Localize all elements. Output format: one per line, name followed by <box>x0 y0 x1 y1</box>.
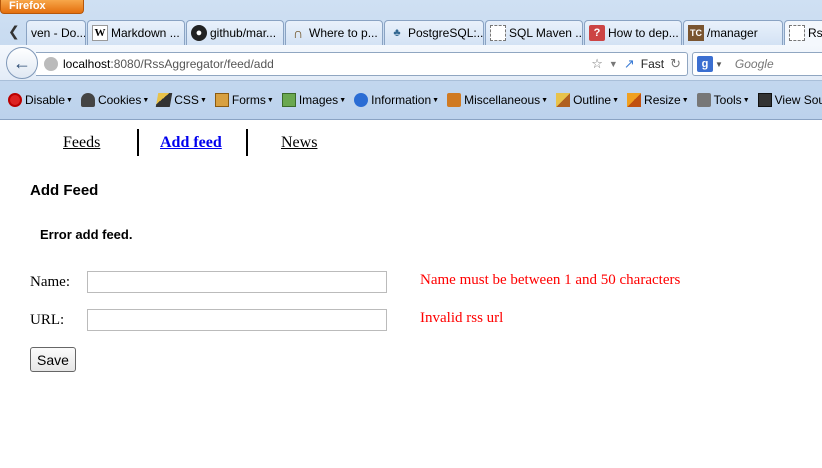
information-icon <box>354 93 369 107</box>
reload-icon[interactable]: ↻ <box>670 56 681 72</box>
devbar-label: View Source <box>774 93 822 107</box>
tab-strip: ❮ ven - Do... W Markdown ... ● github/ma… <box>0 18 822 45</box>
devbar-label: Forms <box>231 93 266 107</box>
devbar-label: Cookies <box>97 93 142 107</box>
tab-label: Markdown ... <box>111 26 180 40</box>
firefox-menu-button[interactable]: Firefox <box>0 0 84 14</box>
devbar-resize[interactable]: Resize ▼ <box>627 93 689 107</box>
cookies-icon <box>80 93 95 107</box>
devbar-label: Disable <box>25 93 66 107</box>
tab-where-to[interactable]: ∩ Where to p... <box>285 20 383 45</box>
tab-rss-active[interactable]: Rs <box>784 20 822 45</box>
tab-markdown[interactable]: W Markdown ... <box>87 20 185 45</box>
dropdown-arrow-icon[interactable]: ▼ <box>609 59 618 69</box>
name-input[interactable] <box>87 271 387 293</box>
devbar-outline[interactable]: Outline ▼ <box>556 93 619 107</box>
blank-page-icon <box>490 25 506 41</box>
url-bar[interactable]: localhost:8080/RssAggregator/feed/add ☆ … <box>36 52 688 76</box>
tab-label: /manager <box>707 26 758 40</box>
tab-label: SQL Maven ... <box>509 26 583 40</box>
tab-label: Rs <box>808 26 822 40</box>
devbar-label: Images <box>298 93 339 107</box>
postgresql-icon: ♣ <box>393 27 401 39</box>
devbar-images[interactable]: Images ▼ <box>281 93 346 107</box>
page-content: Feeds Add feed News Add Feed Error add f… <box>0 121 822 468</box>
tab-postgresql[interactable]: ♣ PostgreSQL:... <box>384 20 484 45</box>
wikipedia-icon: W <box>92 25 108 41</box>
images-icon <box>281 93 296 107</box>
form-error-message: Error add feed. <box>40 227 133 242</box>
search-placeholder: Google <box>734 57 774 71</box>
view-source-icon <box>757 93 772 107</box>
devbar-label: Outline <box>573 93 612 107</box>
search-engine-dropdown-icon[interactable]: ▼ <box>715 60 723 69</box>
save-button[interactable]: Save <box>30 347 76 372</box>
fast-label[interactable]: Fast <box>641 57 664 71</box>
page-title: Add Feed <box>30 182 99 199</box>
web-developer-toolbar: Disable ▼ Cookies ▼ CSS ▼ Forms ▼ Images ▼ In… <box>0 88 822 112</box>
url-bar-actions: ☆ ▼ ↗ Fast ↻ <box>591 56 681 72</box>
devbar-disable[interactable]: Disable ▼ <box>8 93 73 107</box>
disable-icon <box>8 93 22 107</box>
url-host: localhost <box>63 57 111 71</box>
tab-label: PostgreSQL:... <box>408 26 484 40</box>
back-button[interactable]: ← <box>6 47 38 79</box>
url-path: :8080/RssAggregator/feed/add <box>110 57 274 71</box>
menu-link-feeds[interactable]: Feeds <box>63 134 100 152</box>
devbar-label: Resize <box>644 93 681 107</box>
devbar-forms[interactable]: Forms ▼ <box>214 93 274 107</box>
tab-label: github/mar... <box>210 26 277 40</box>
devbar-css[interactable]: CSS ▼ <box>156 93 207 107</box>
tab-label: Where to p... <box>309 26 378 40</box>
css-icon <box>156 93 173 107</box>
blank-page-icon <box>789 25 805 41</box>
miscellaneous-icon <box>447 93 462 107</box>
browser-chrome: Firefox ❮ ven - Do... W Markdown ... ● g… <box>0 0 822 120</box>
devbar-label: Tools <box>713 93 742 107</box>
navigation-toolbar: localhost:8080/RssAggregator/feed/add ☆ … <box>0 45 822 81</box>
devbar-label: Information <box>371 93 432 107</box>
menu-separator <box>137 129 139 156</box>
tab-label: ven - Do... <box>31 26 86 40</box>
tab-github[interactable]: ● github/mar... <box>186 20 284 45</box>
name-error: Name must be between 1 and 50 characters <box>420 272 681 288</box>
name-label: Name: <box>30 274 70 290</box>
url-label: URL: <box>30 312 65 328</box>
google-icon[interactable]: g <box>697 56 713 72</box>
back-arrow-icon: ← <box>13 52 31 73</box>
github-icon: ● <box>191 25 207 41</box>
resize-icon <box>627 93 642 107</box>
tab-label: How to dep... <box>608 26 679 40</box>
url-input[interactable] <box>87 309 387 331</box>
outline-icon <box>556 93 571 107</box>
globe-icon <box>44 57 58 71</box>
menu-link-add-feed[interactable]: Add feed <box>160 134 222 152</box>
tab-scroll-left-icon[interactable]: ❮ <box>8 23 20 40</box>
help-icon: ? <box>589 25 605 41</box>
devbar-cookies[interactable]: Cookies ▼ <box>80 93 149 107</box>
url-error: Invalid rss url <box>420 310 504 326</box>
menu-separator <box>246 129 248 156</box>
search-bar[interactable]: g ▼ Google <box>692 52 822 76</box>
tools-icon <box>696 93 711 107</box>
bookmark-star-icon[interactable]: ☆ <box>591 56 603 72</box>
tab-manager[interactable]: TC /manager <box>683 20 783 45</box>
horseshoe-icon: ∩ <box>292 25 304 41</box>
devbar-view-source[interactable]: View Source <box>757 93 822 107</box>
devbar-label: CSS <box>174 93 199 107</box>
tab-sql-maven[interactable]: SQL Maven ... <box>485 20 583 45</box>
forms-icon <box>214 93 229 107</box>
devbar-information[interactable]: Information ▼ <box>354 93 439 107</box>
tab-maven[interactable]: ven - Do... <box>26 20 86 45</box>
fast-icon[interactable]: ↗ <box>624 56 635 72</box>
devbar-label: Miscellaneous <box>464 93 541 107</box>
menu-link-news[interactable]: News <box>281 134 317 152</box>
tomcat-icon: TC <box>688 25 704 41</box>
tab-how-to-deploy[interactable]: ? How to dep... <box>584 20 682 45</box>
devbar-miscellaneous[interactable]: Miscellaneous ▼ <box>447 93 548 107</box>
devbar-tools[interactable]: Tools ▼ <box>696 93 750 107</box>
